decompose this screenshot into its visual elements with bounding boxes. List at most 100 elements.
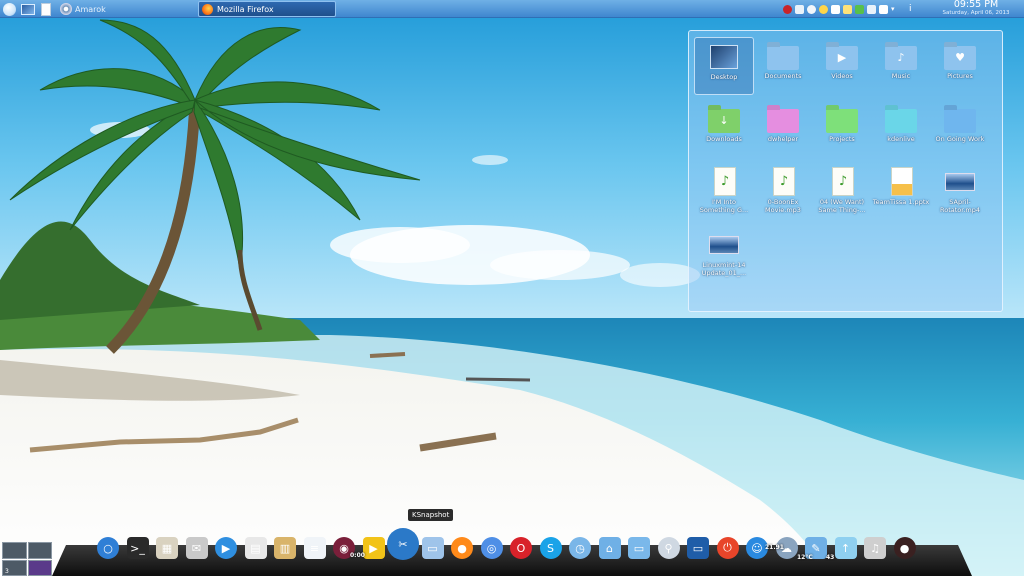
chat-icon[interactable]	[831, 4, 840, 14]
pager-desktop-3[interactable]: 3	[2, 559, 27, 576]
firefox-icon[interactable]: ●	[451, 537, 473, 559]
presentation-file-icon	[884, 167, 918, 197]
settings-icon[interactable]: ●	[893, 537, 916, 559]
desktop-pager[interactable]: 3	[2, 542, 52, 576]
show-desktop-button[interactable]	[21, 0, 35, 18]
audio-file-icon: ♪	[825, 167, 859, 197]
kde-menu-icon[interactable]: ○	[97, 537, 119, 559]
music-note-icon: ♪	[897, 51, 905, 64]
volume-icon[interactable]	[867, 4, 876, 14]
battery-icon[interactable]	[855, 4, 864, 14]
scanner-icon[interactable]: ▭	[421, 537, 444, 559]
home-folder-icon[interactable]: ⌂	[598, 537, 621, 559]
mail-bird-icon[interactable]: ✉	[185, 537, 208, 559]
desktop-item[interactable]: ♪ I'M Into Something G...	[694, 163, 754, 221]
pager-desktop-1[interactable]	[2, 542, 27, 559]
taskbar-item-firefox[interactable]: Mozilla Firefox	[198, 1, 336, 17]
desktop-item-label: kdenlive	[887, 135, 915, 143]
desktop-item[interactable]: ▶ Videos	[812, 37, 872, 95]
clipboard-icon[interactable]	[879, 4, 888, 14]
desktop-item[interactable]: kdenlive	[871, 100, 931, 158]
software-package-icon[interactable]: ▦	[156, 537, 178, 559]
kde-menu-icon	[3, 2, 16, 16]
desktop-item-label: I'M Into Something G...	[699, 198, 749, 214]
desktop-icon	[21, 3, 35, 15]
clock-icon[interactable]: ◷	[569, 537, 591, 559]
amarok-icon[interactable]: ◉	[333, 537, 355, 559]
video-file-icon	[943, 167, 977, 197]
clock-widget[interactable]: 09:55 PM Saturday, April 06, 2013	[936, 0, 1016, 17]
monitor-icon[interactable]: ▭	[687, 537, 709, 559]
taskbar-item-label: Mozilla Firefox	[217, 4, 274, 14]
info-icon[interactable]: i	[909, 4, 918, 14]
folder-icon: ↓	[707, 104, 741, 134]
kde-launcher-button[interactable]	[3, 0, 16, 18]
clapper-icon: ▶	[837, 51, 847, 64]
desktop-item-label: SApril-Rotator.mp4	[940, 198, 980, 214]
microphone-icon[interactable]: ♫	[864, 537, 886, 559]
desktop-item[interactable]: ♪ 0-BoonEx Movie.mp3	[753, 163, 813, 221]
system-tray: ▾ i	[783, 0, 918, 18]
audio-file-icon: ♪	[766, 167, 800, 197]
desktop-item[interactable]: Projects	[812, 100, 872, 158]
chat-icon[interactable]: ✎	[805, 537, 827, 559]
chromium-icon[interactable]: ◎	[480, 537, 503, 559]
pager-desktop-2[interactable]	[27, 542, 52, 559]
accessibility-icon[interactable]: ☺	[746, 537, 768, 559]
desktop-item[interactable]: SApril-Rotator.mp4	[930, 163, 990, 221]
desktop-icon	[707, 42, 741, 72]
dock-tooltip: KSnapshot	[408, 509, 454, 521]
pager-desktop-4[interactable]	[27, 559, 52, 576]
desktop-item-label: Music	[891, 72, 911, 80]
sticky-note-icon[interactable]	[843, 4, 852, 14]
desktop-item-label: Desktop	[710, 73, 738, 81]
download-arrow-icon: ↓	[719, 114, 729, 127]
desktop-item-label: 0-BoonEx Movie.mp3	[765, 198, 801, 214]
skype-icon[interactable]: S	[539, 537, 562, 559]
desktop-item[interactable]: Desktop	[694, 37, 754, 95]
folder-icon: ♪	[884, 41, 918, 71]
desktop-item[interactable]: TeamTissa 1.pptx	[871, 163, 931, 221]
desktop-item-label: Linuxmint-14 Update_01_...	[701, 261, 747, 277]
ksnapshot-icon[interactable]: ✂	[387, 528, 419, 560]
folder-icon: ♥	[943, 41, 977, 71]
desktop-item[interactable]: ♪ Music	[871, 37, 931, 95]
desktop-item-label: 04 (We Want) Same Thing-...	[818, 198, 866, 214]
heart-icon: ♥	[955, 51, 965, 64]
clock-date: Saturday, April 06, 2013	[942, 10, 1010, 16]
desktop-item-label: TeamTissa 1.pptx	[872, 198, 930, 206]
power-icon[interactable]: ⏻	[716, 537, 739, 559]
notes-icon[interactable]	[795, 4, 804, 14]
weather-icon[interactable]: ☁	[775, 537, 798, 559]
text-editor-icon[interactable]: ≡	[303, 537, 326, 559]
desktop-item[interactable]: Linuxmint-14 Update_01_...	[694, 226, 754, 284]
desktop-item[interactable]: Documents	[753, 37, 813, 95]
terminal-icon[interactable]: >_	[126, 537, 149, 559]
search-icon[interactable]: ⚲	[657, 537, 680, 559]
calculator-icon[interactable]: ▤	[244, 537, 267, 559]
archive-icon[interactable]: ▥	[274, 537, 296, 559]
network-icon[interactable]	[783, 4, 792, 14]
taskbar-item-amarok[interactable]: Amarok	[60, 0, 106, 18]
video-file-icon	[707, 230, 741, 260]
desktop-item[interactable]: ♪ 04 (We Want) Same Thing-...	[812, 163, 872, 221]
opera-icon[interactable]: O	[510, 537, 532, 559]
folder-icon	[943, 104, 977, 134]
desktop-item[interactable]: dwhelper	[753, 100, 813, 158]
update-icon[interactable]	[819, 4, 828, 14]
folder-icon[interactable]: ▭	[628, 537, 650, 559]
taskbar-item-label: Amarok	[75, 4, 106, 14]
desktop-item-label: Documents	[764, 72, 802, 80]
desktop-item[interactable]: ♥ Pictures	[930, 37, 990, 95]
document-launcher[interactable]	[41, 0, 51, 18]
desktop-item-label: Videos	[831, 72, 853, 80]
video-player-icon[interactable]: ▶	[362, 537, 385, 559]
pager-current-number: 3	[5, 568, 9, 575]
media-player-icon[interactable]: ▶	[215, 537, 237, 559]
shield-icon[interactable]	[807, 4, 816, 14]
desktop-item[interactable]: On Going Work	[930, 100, 990, 158]
tray-expand-icon[interactable]: ▾	[891, 5, 900, 14]
upload-icon[interactable]: ↑	[834, 537, 857, 559]
desktop-item[interactable]: ↓ Downloads	[694, 100, 754, 158]
folder-icon	[766, 104, 800, 134]
